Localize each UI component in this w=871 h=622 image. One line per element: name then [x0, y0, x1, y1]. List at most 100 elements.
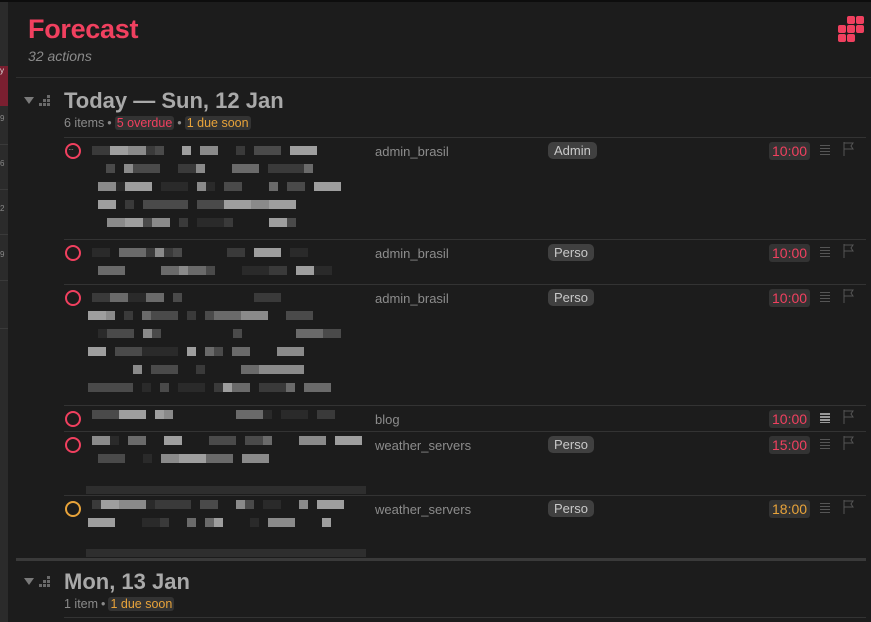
task-title-redacted[interactable] [88, 406, 368, 428]
task-due-time[interactable]: 18:00 [769, 500, 811, 518]
redaction-block [92, 293, 110, 302]
redaction-block [188, 266, 206, 275]
ellipsis-icon: ··· [68, 145, 74, 154]
flag-icon[interactable] [843, 410, 855, 424]
redaction-block [206, 454, 233, 463]
redaction-block [317, 500, 344, 509]
task-project[interactable]: weather_servers [375, 502, 471, 517]
redaction-block [164, 410, 173, 419]
sidebar-item-forecast[interactable]: y [0, 66, 8, 106]
redaction-block [128, 293, 146, 302]
note-icon[interactable] [820, 503, 830, 513]
disclosure-triangle-icon[interactable] [24, 578, 34, 585]
note-icon[interactable] [820, 247, 830, 257]
redaction-block [88, 311, 106, 320]
redaction-block [106, 311, 115, 320]
redaction-block [92, 410, 119, 419]
redaction-block [142, 383, 151, 392]
note-icon[interactable] [820, 292, 830, 302]
task-project[interactable]: admin_brasil [375, 291, 449, 306]
flag-icon[interactable] [843, 436, 855, 450]
sidebar-item-count: y [0, 66, 4, 75]
redaction-block [92, 146, 110, 155]
checkbox-due-soon[interactable] [65, 501, 81, 517]
redaction-block [107, 329, 134, 338]
redaction-block [187, 347, 196, 356]
task-row[interactable]: blog 10:00 [64, 406, 866, 431]
task-due-time[interactable]: 10:00 [769, 410, 811, 428]
note-icon[interactable] [820, 439, 830, 449]
flag-icon[interactable] [843, 500, 855, 514]
note-icon[interactable] [820, 145, 830, 155]
task-tag[interactable]: Perso [548, 500, 594, 517]
redaction-block [164, 248, 173, 257]
task-tag[interactable]: Perso [548, 289, 594, 306]
sidebar-separator [0, 280, 8, 281]
task-project[interactable]: blog [375, 412, 400, 427]
redaction-block [164, 436, 182, 445]
drag-handle-icon[interactable] [39, 95, 51, 107]
task-row[interactable]: ··· admin_brasil Admin 10:00 [64, 138, 866, 239]
task-title-redacted[interactable] [88, 289, 368, 399]
redaction-block [178, 164, 196, 173]
task-due-time[interactable]: 10:00 [769, 289, 811, 307]
redaction-block [304, 311, 313, 320]
checkbox-overdue[interactable] [65, 437, 81, 453]
task-project[interactable]: weather_servers [375, 438, 471, 453]
redaction-block [146, 293, 164, 302]
task-due-time[interactable]: 15:00 [769, 436, 811, 454]
redaction-block [161, 200, 188, 209]
task-row[interactable]: admin_brasil Perso 10:00 [64, 240, 866, 284]
task-row[interactable]: weather_servers Perso 18:00 [64, 496, 866, 556]
redaction-block [317, 410, 335, 419]
redaction-block [314, 182, 341, 191]
task-row[interactable]: admin_brasil Perso 10:00 [64, 285, 866, 405]
task-edit-field[interactable] [86, 549, 366, 557]
task-project[interactable]: admin_brasil [375, 246, 449, 261]
redaction-block [92, 248, 110, 257]
task-title-redacted[interactable] [88, 142, 368, 232]
task-due-time[interactable]: 10:00 [769, 142, 811, 160]
separator-dot: • [101, 597, 106, 611]
sidebar-separator [0, 234, 8, 235]
flag-icon[interactable] [843, 142, 855, 156]
window-top-edge [0, 0, 871, 2]
task-due-time[interactable]: 10:00 [769, 244, 811, 262]
redaction-block [88, 518, 115, 527]
checkbox-overdue[interactable] [65, 411, 81, 427]
redaction-block [314, 266, 332, 275]
redaction-block [277, 347, 304, 356]
drag-handle-icon[interactable] [39, 576, 51, 588]
separator-dot: • [177, 116, 182, 130]
redaction-block [155, 248, 164, 257]
task-tag[interactable]: Perso [548, 244, 594, 261]
disclosure-triangle-icon[interactable] [24, 97, 34, 104]
sidebar-item[interactable]: 2 [0, 204, 8, 234]
task-tag[interactable]: Perso [548, 436, 594, 453]
checkbox-overdue[interactable] [65, 245, 81, 261]
note-icon[interactable] [820, 413, 830, 423]
separator-dot: • [107, 116, 112, 130]
checkbox-overdue[interactable]: ··· [65, 143, 81, 159]
flag-icon[interactable] [843, 244, 855, 258]
redaction-block [200, 146, 218, 155]
redaction-block [155, 146, 164, 155]
task-tag[interactable]: Admin [548, 142, 597, 159]
redaction-block [224, 200, 251, 209]
flag-icon[interactable] [843, 289, 855, 303]
task-edit-field[interactable] [86, 486, 366, 494]
sidebar-item[interactable]: 9 [0, 250, 8, 280]
redaction-block [133, 365, 142, 374]
task-title-redacted[interactable] [88, 244, 368, 280]
redaction-block [277, 164, 304, 173]
redaction-block [88, 383, 115, 392]
task-project[interactable]: admin_brasil [375, 144, 449, 159]
task-title-redacted[interactable] [88, 432, 368, 484]
redaction-block [214, 311, 241, 320]
task-title-redacted[interactable] [88, 496, 368, 548]
sidebar-item[interactable]: 9 [0, 114, 8, 144]
sidebar-item[interactable]: 6 [0, 159, 8, 189]
redaction-block [209, 436, 236, 445]
checkbox-overdue[interactable] [65, 290, 81, 306]
redaction-block [304, 164, 313, 173]
